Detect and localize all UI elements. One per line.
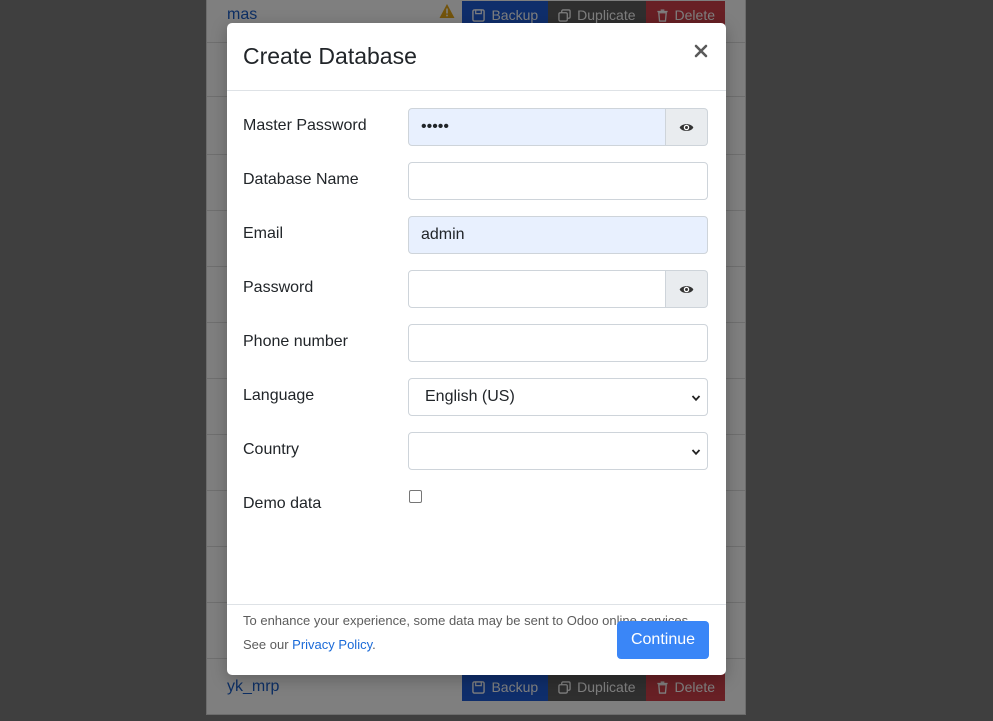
close-icon [694,44,708,58]
database-name-input[interactable] [408,162,708,200]
chevron-down-icon [691,395,701,402]
show-master-password-toggle[interactable] [666,108,708,146]
continue-button[interactable]: Continue [617,621,709,659]
show-password-toggle[interactable] [666,270,708,308]
phone-number-input[interactable] [408,324,708,362]
password-label: Password [243,279,314,296]
phone-number-label: Phone number [243,333,348,350]
country-label: Country [243,441,300,458]
password-group [408,270,708,308]
close-button[interactable] [693,43,709,59]
database-name-row: Database Name [243,162,709,200]
modal-title: Create Database [243,43,417,69]
language-select[interactable]: English (US) [408,378,708,416]
master-password-input[interactable] [408,108,666,146]
language-row: Language English (US) [243,378,709,416]
chevron-down-icon [691,449,701,456]
demo-data-label: Demo data [243,495,322,512]
language-label: Language [243,387,315,404]
master-password-group [408,108,708,146]
email-input[interactable] [408,216,708,254]
eye-icon [679,123,694,131]
email-label: Email [243,225,284,242]
modal-footer: Continue [227,604,726,675]
demo-data-checkbox[interactable] [409,490,422,503]
master-password-label: Master Password [243,117,367,134]
eye-icon [679,285,694,293]
password-input[interactable] [408,270,666,308]
country-row: Country [243,432,709,470]
country-select[interactable] [408,432,708,470]
language-selected-value: English (US) [425,388,515,405]
phone-number-row: Phone number [243,324,709,362]
demo-data-row: Demo data [243,486,709,524]
password-row: Password [243,270,709,308]
create-database-dialog: Create Database Master Password ••••• Da… [227,23,726,675]
email-row: Email [243,216,709,254]
database-name-label: Database Name [243,171,359,188]
modal-header: Create Database [227,23,726,91]
master-password-row: Master Password [243,108,709,146]
